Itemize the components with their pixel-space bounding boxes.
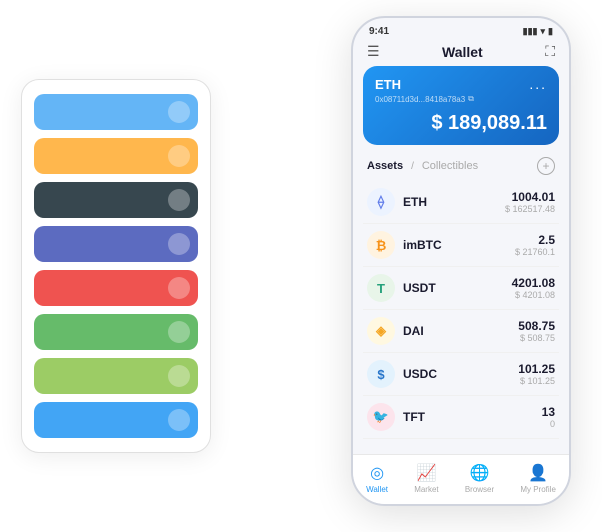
dai-icon: ◈ — [367, 317, 395, 345]
eth-usd: $ 162517.48 — [505, 204, 555, 214]
eth-card-top: ETH ... — [375, 76, 547, 92]
asset-item[interactable]: T USDT4201.08$ 4201.08 — [363, 267, 559, 310]
usdt-name: USDT — [403, 281, 512, 295]
stack-card-2[interactable] — [34, 182, 198, 218]
nav-item-market[interactable]: 📈 Market — [414, 463, 438, 494]
nav-label-wallet: Wallet — [366, 485, 388, 494]
tft-name: TFT — [403, 410, 542, 424]
stack-card-6[interactable] — [34, 358, 198, 394]
imbtc-icon: ₿ — [367, 231, 395, 259]
imbtc-amount: 2.5 — [515, 233, 555, 247]
signal-icon: ▮▮▮ — [523, 26, 538, 37]
scene: 9:41 ▮▮▮ ▾ ▮ ☰ Wallet ⛶ ETH ... 0x08711d… — [21, 16, 581, 516]
dai-amount: 508.75 — [518, 319, 555, 333]
phone-header: ☰ Wallet ⛶ — [353, 41, 569, 66]
tft-amount: 13 — [542, 405, 555, 419]
copy-icon[interactable]: ⧉ — [468, 94, 474, 104]
balance-amount: 189,089.11 — [448, 112, 547, 134]
stack-card-3[interactable] — [34, 226, 198, 262]
usdt-amount: 4201.08 — [512, 276, 555, 290]
dai-values: 508.75$ 508.75 — [518, 319, 555, 343]
nav-icon-browser: 🌐 — [470, 463, 490, 483]
imbtc-usd: $ 21760.1 — [515, 247, 555, 257]
tft-icon: 🐦 — [367, 403, 395, 431]
status-time: 9:41 — [369, 26, 389, 37]
menu-icon[interactable]: ☰ — [367, 43, 380, 60]
card-stack — [21, 79, 211, 453]
dai-name: DAI — [403, 324, 518, 338]
eth-name: ETH — [403, 195, 505, 209]
nav-label-my-profile: My Profile — [520, 485, 556, 494]
eth-label: ETH — [375, 77, 401, 92]
usdc-amount: 101.25 — [518, 362, 555, 376]
nav-item-my-profile[interactable]: 👤 My Profile — [520, 463, 556, 494]
stack-card-icon-5 — [168, 321, 190, 343]
nav-icon-my-profile: 👤 — [528, 463, 548, 483]
eth-values: 1004.01$ 162517.48 — [505, 190, 555, 214]
eth-balance: $ 189,089.11 — [375, 112, 547, 135]
stack-card-icon-1 — [168, 145, 190, 167]
expand-icon[interactable]: ⛶ — [545, 43, 555, 60]
status-bar: 9:41 ▮▮▮ ▾ ▮ — [353, 18, 569, 41]
stack-card-icon-4 — [168, 277, 190, 299]
stack-card-icon-3 — [168, 233, 190, 255]
stack-card-0[interactable] — [34, 94, 198, 130]
nav-icon-market: 📈 — [416, 463, 436, 483]
tab-assets[interactable]: Assets — [367, 160, 403, 172]
usdc-usd: $ 101.25 — [518, 376, 555, 386]
usdt-icon: T — [367, 274, 395, 302]
usdt-values: 4201.08$ 4201.08 — [512, 276, 555, 300]
asset-item[interactable]: ₿ imBTC2.5$ 21760.1 — [363, 224, 559, 267]
eth-address: 0x08711d3d...8418a78a3 ⧉ — [375, 94, 547, 104]
asset-item[interactable]: ⟠ ETH1004.01$ 162517.48 — [363, 181, 559, 224]
imbtc-values: 2.5$ 21760.1 — [515, 233, 555, 257]
imbtc-name: imBTC — [403, 238, 515, 252]
tft-values: 130 — [542, 405, 555, 429]
nav-item-wallet[interactable]: ◎ Wallet — [366, 463, 388, 494]
phone-mockup: 9:41 ▮▮▮ ▾ ▮ ☰ Wallet ⛶ ETH ... 0x08711d… — [351, 16, 571, 506]
stack-card-4[interactable] — [34, 270, 198, 306]
battery-icon: ▮ — [548, 26, 553, 37]
usdc-name: USDC — [403, 367, 518, 381]
usdc-values: 101.25$ 101.25 — [518, 362, 555, 386]
stack-card-1[interactable] — [34, 138, 198, 174]
stack-card-7[interactable] — [34, 402, 198, 438]
bottom-nav: ◎ Wallet 📈 Market 🌐 Browser 👤 My Profile — [353, 454, 569, 504]
nav-item-browser[interactable]: 🌐 Browser — [465, 463, 494, 494]
tab-collectibles[interactable]: Collectibles — [422, 160, 478, 172]
status-icons: ▮▮▮ ▾ ▮ — [523, 26, 553, 37]
page-title: Wallet — [442, 44, 483, 60]
assets-header: Assets / Collectibles + — [353, 153, 569, 181]
asset-item[interactable]: $ USDC101.25$ 101.25 — [363, 353, 559, 396]
stack-card-icon-0 — [168, 101, 190, 123]
eth-menu-dots[interactable]: ... — [529, 76, 547, 92]
eth-card[interactable]: ETH ... 0x08711d3d...8418a78a3 ⧉ $ 189,0… — [363, 66, 559, 145]
asset-item[interactable]: ◈ DAI508.75$ 508.75 — [363, 310, 559, 353]
wifi-icon: ▾ — [541, 26, 546, 37]
tft-usd: 0 — [542, 419, 555, 429]
assets-tabs: Assets / Collectibles — [367, 160, 478, 172]
nav-label-browser: Browser — [465, 485, 494, 494]
dai-usd: $ 508.75 — [518, 333, 555, 343]
eth-amount: 1004.01 — [505, 190, 555, 204]
stack-card-icon-7 — [168, 409, 190, 431]
stack-card-5[interactable] — [34, 314, 198, 350]
balance-prefix: $ — [431, 112, 442, 134]
nav-label-market: Market — [414, 485, 438, 494]
add-asset-button[interactable]: + — [537, 157, 555, 175]
eth-icon: ⟠ — [367, 188, 395, 216]
stack-card-icon-2 — [168, 189, 190, 211]
asset-list: ⟠ ETH1004.01$ 162517.48 ₿ imBTC2.5$ 21760.1… — [353, 181, 569, 454]
stack-card-icon-6 — [168, 365, 190, 387]
nav-icon-wallet: ◎ — [370, 463, 384, 483]
tab-divider: / — [411, 161, 414, 172]
asset-item[interactable]: 🐦 TFT130 — [363, 396, 559, 439]
usdt-usd: $ 4201.08 — [512, 290, 555, 300]
usdc-icon: $ — [367, 360, 395, 388]
